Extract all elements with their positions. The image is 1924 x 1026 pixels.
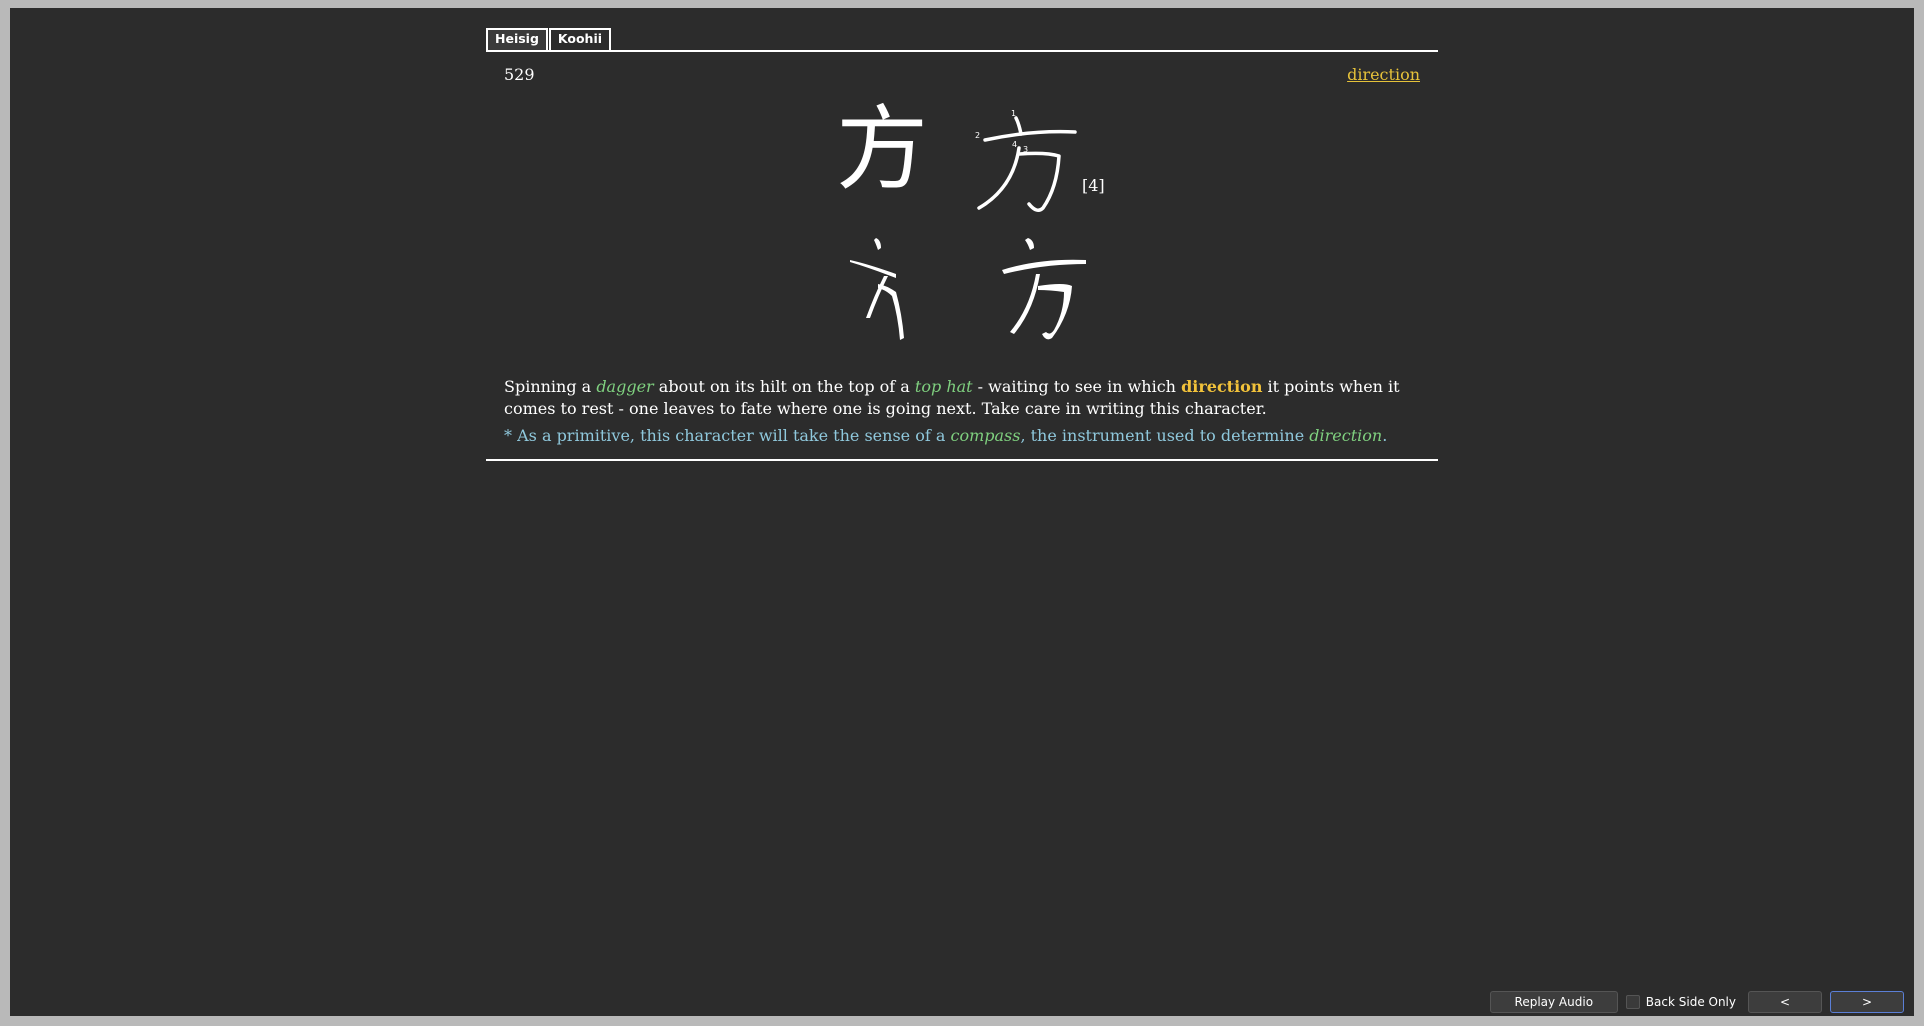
note-segment: . <box>1382 426 1388 445</box>
keyword-link[interactable]: direction <box>1347 65 1420 84</box>
tab-koohii[interactable]: Koohii <box>548 28 612 52</box>
back-side-only-label: Back Side Only <box>1645 995 1736 1009</box>
story-text: Spinning a dagger about on its hilt on t… <box>504 376 1420 420</box>
brush-character-image <box>1002 238 1086 340</box>
note-segment: , the instrument used to determine <box>1020 426 1310 445</box>
kanji-display: 方 1 2 3 4 [4] <box>486 94 1438 226</box>
story-segment: Spinning a <box>504 377 597 396</box>
kanji-character: 方 <box>836 96 929 203</box>
card: Heisig Koohii 529 direction 方 1 2 3 4 [4… <box>486 28 1438 461</box>
story-segment: about on its hilt on the top of a <box>653 377 915 396</box>
story-primitive: top hat <box>914 377 973 396</box>
story-keyword: direction <box>1181 377 1263 396</box>
stroke-number: 4 <box>1012 140 1017 149</box>
stroke-count: [4] <box>1082 176 1105 195</box>
brush-stroke-primitive-image <box>850 238 904 340</box>
card-header: 529 direction <box>486 52 1438 94</box>
primitive-note: * As a primitive, this character will ta… <box>504 425 1420 447</box>
stroke-order-diagram: 1 2 3 4 <box>975 109 1077 212</box>
note-primitive: compass <box>950 426 1021 445</box>
back-side-only-checkbox[interactable] <box>1625 995 1640 1009</box>
replay-audio-button[interactable]: Replay Audio <box>1489 991 1618 1013</box>
stroke-number: 2 <box>975 131 980 140</box>
review-toolbar: Replay Audio Back Side Only < > <box>1489 990 1904 1014</box>
note-segment: * As a primitive, this character will ta… <box>504 426 951 445</box>
back-side-only-toggle[interactable]: Back Side Only <box>1625 995 1736 1009</box>
previous-card-button[interactable]: < <box>1748 991 1822 1013</box>
stroke-number: 1 <box>1011 109 1016 118</box>
tab-bar: Heisig Koohii <box>486 28 1438 52</box>
frame-number: 529 <box>504 65 535 84</box>
story-segment: - waiting to see in which <box>972 377 1182 396</box>
handwritten-strokes <box>486 226 1438 376</box>
note-primitive: direction <box>1309 426 1383 445</box>
story-primitive: dagger <box>596 377 654 396</box>
stroke-number: 3 <box>1023 145 1028 154</box>
review-window: Heisig Koohii 529 direction 方 1 2 3 4 [4… <box>10 8 1914 1016</box>
next-card-button[interactable]: > <box>1830 991 1904 1013</box>
tab-heisig[interactable]: Heisig <box>486 28 548 52</box>
bottom-divider <box>486 459 1438 461</box>
